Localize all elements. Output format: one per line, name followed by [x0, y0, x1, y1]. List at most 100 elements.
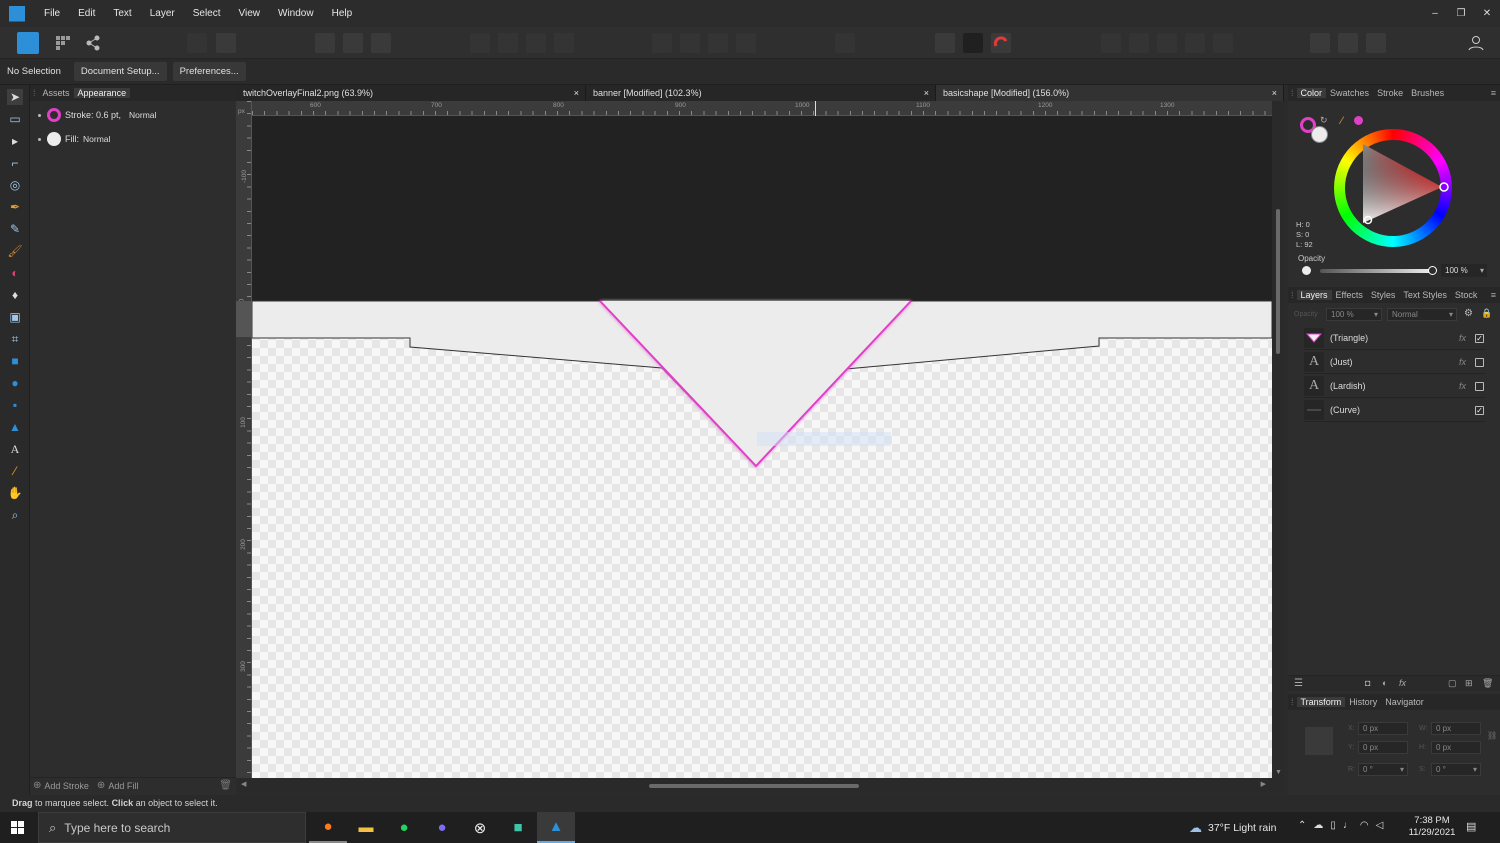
layer-row-lardish[interactable]: A (Lardish) fx — [1304, 375, 1486, 398]
align-button[interactable] — [371, 33, 391, 53]
designer-persona-icon[interactable] — [17, 32, 39, 54]
menu-help[interactable]: Help — [323, 8, 362, 19]
place-image-tool-icon[interactable]: ▣ — [7, 309, 23, 325]
group-icon[interactable]: ⊞ — [1465, 678, 1473, 689]
horizontal-scrollbar[interactable]: ◀ ▶ — [236, 778, 1284, 793]
boolean-button[interactable] — [1129, 33, 1149, 53]
close-tab-icon[interactable]: × — [1272, 85, 1277, 101]
arrange-button[interactable] — [526, 33, 546, 53]
transform-button[interactable] — [680, 33, 700, 53]
export-persona-icon[interactable] — [83, 33, 103, 53]
fx-icon[interactable]: fx — [1399, 678, 1406, 688]
fill-color-well-icon[interactable] — [1311, 126, 1328, 143]
horizontal-scroll-thumb[interactable] — [649, 784, 859, 788]
hand-tool-icon[interactable]: ✋ — [7, 485, 23, 501]
tab-appearance[interactable]: Appearance — [73, 88, 131, 98]
tab-text-styles[interactable]: Text Styles — [1399, 290, 1451, 300]
grid-icon[interactable] — [935, 33, 955, 53]
brush-tool-icon[interactable]: 🖌 — [7, 243, 23, 259]
doc-tab-basicshape[interactable]: basicshape [Modified] (156.0%) × — [936, 85, 1284, 101]
design-canvas[interactable] — [252, 116, 1272, 778]
app-icon[interactable]: ■ — [499, 812, 537, 843]
arrange-button[interactable] — [498, 33, 518, 53]
toolbar-button[interactable] — [187, 33, 207, 53]
opacity-slider-handle[interactable] — [1428, 266, 1437, 275]
swap-colors-icon[interactable]: ↻ — [1320, 115, 1328, 126]
assistant-icon[interactable] — [1310, 33, 1330, 53]
layer-blend-mode-select[interactable]: Normal ▾ — [1387, 308, 1457, 321]
menu-select[interactable]: Select — [184, 8, 230, 19]
eyedropper-icon[interactable]: ⁄ — [1341, 115, 1343, 127]
toolbar-button[interactable] — [835, 33, 855, 53]
weather-widget[interactable]: ☁ 37°F Light rain — [1189, 820, 1276, 836]
taskbar-search-box[interactable]: ⌕ Type here to search — [38, 812, 306, 843]
device-icon[interactable]: ▯ — [1330, 820, 1336, 831]
assistant-icon[interactable] — [1338, 33, 1358, 53]
minimize-button[interactable]: – — [1422, 8, 1448, 19]
layer-settings-gear-icon[interactable]: ⚙ — [1464, 308, 1473, 319]
opacity-value-field[interactable]: 100 % ▾ — [1441, 264, 1487, 277]
artboard-tool-icon[interactable]: ▭ — [7, 111, 23, 127]
tab-swatches[interactable]: Swatches — [1326, 88, 1373, 98]
tab-stock[interactable]: Stock — [1451, 290, 1482, 300]
toolbar-button[interactable] — [216, 33, 236, 53]
layer-fx-icon[interactable]: fx — [1459, 381, 1466, 391]
menu-edit[interactable]: Edit — [69, 8, 104, 19]
vertical-scrollbar[interactable]: ▼ — [1272, 101, 1284, 778]
close-tab-icon[interactable]: × — [574, 85, 579, 101]
arrange-button[interactable] — [470, 33, 490, 53]
add-stroke-button[interactable]: Add Stroke — [44, 781, 89, 791]
pixel-persona-icon[interactable] — [53, 33, 73, 53]
windows-start-icon[interactable] — [11, 821, 24, 836]
y-position-field[interactable]: 0 px — [1358, 741, 1408, 754]
tab-effects[interactable]: Effects — [1332, 290, 1367, 300]
scroll-left-icon[interactable]: ◀ — [241, 780, 246, 788]
delete-layer-icon[interactable]: 🗑 — [1482, 678, 1493, 689]
spotify-icon[interactable]: ● — [385, 812, 423, 843]
tab-transform[interactable]: Transform — [1296, 697, 1346, 707]
triangle-tool-icon[interactable]: ▲ — [7, 419, 23, 435]
snapping-magnet-icon[interactable] — [991, 33, 1011, 53]
layer-visibility-checkbox[interactable] — [1475, 357, 1484, 367]
pencil-tool-icon[interactable]: ✎ — [7, 221, 23, 237]
transform-button[interactable] — [708, 33, 728, 53]
layer-row-triangle[interactable]: (Triangle) fx ✓ — [1304, 327, 1486, 350]
restore-button[interactable]: ❐ — [1448, 8, 1474, 19]
tray-chevron-icon[interactable]: ⌃ — [1298, 820, 1306, 831]
account-icon[interactable] — [1466, 33, 1486, 53]
scroll-down-icon[interactable]: ▼ — [1275, 769, 1282, 776]
layer-visibility-checkbox[interactable] — [1475, 381, 1484, 391]
boolean-button[interactable] — [1101, 33, 1121, 53]
layer-opacity-field[interactable]: 100 % ▾ — [1326, 308, 1382, 321]
tab-color[interactable]: Color — [1296, 88, 1327, 98]
preferences-button[interactable]: Preferences... — [172, 62, 246, 81]
transform-button[interactable] — [736, 33, 756, 53]
mask-layer-icon[interactable]: ◘ — [1365, 678, 1370, 688]
boolean-button[interactable] — [1157, 33, 1177, 53]
layer-fx-icon[interactable]: fx — [1459, 357, 1466, 367]
transparency-tool-icon[interactable]: ♦ — [7, 287, 23, 303]
link-aspect-icon[interactable]: ⛓ — [1487, 731, 1497, 740]
corner-tool-icon[interactable]: ⌐ — [7, 155, 23, 171]
affinity-designer-taskbar-icon[interactable]: ▲ — [537, 812, 575, 843]
menu-file[interactable]: File — [35, 8, 69, 19]
panel-menu-icon[interactable]: ≡ — [1487, 88, 1500, 98]
color-picker-tool-icon[interactable]: ⁄ — [7, 463, 23, 479]
crop-tool-icon[interactable]: ⌗ — [7, 331, 23, 347]
fill-tool-icon[interactable]: ◐ — [7, 265, 23, 281]
tab-navigator[interactable]: Navigator — [1381, 697, 1428, 707]
close-window-button[interactable]: ✕ — [1474, 8, 1500, 19]
text-tool-icon[interactable]: A — [7, 441, 23, 457]
layer-row-just[interactable]: A (Just) fx — [1304, 351, 1486, 374]
file-explorer-icon[interactable]: ▬ — [347, 812, 385, 843]
menu-layer[interactable]: Layer — [141, 8, 184, 19]
arrange-button[interactable] — [554, 33, 574, 53]
zoom-tool-icon[interactable]: ⌕ — [7, 507, 23, 523]
vertical-ruler[interactable]: px -100 0 100 200 300 — [236, 101, 252, 778]
xbox-icon[interactable]: ⊗ — [461, 812, 499, 843]
notifications-icon[interactable]: ▤ — [1466, 820, 1476, 833]
close-tab-icon[interactable]: × — [924, 85, 929, 101]
discord-icon[interactable]: ● — [423, 812, 461, 843]
lock-icon[interactable]: 🔒 — [1481, 308, 1492, 319]
layers-stack-icon[interactable]: ☰ — [1294, 678, 1303, 689]
